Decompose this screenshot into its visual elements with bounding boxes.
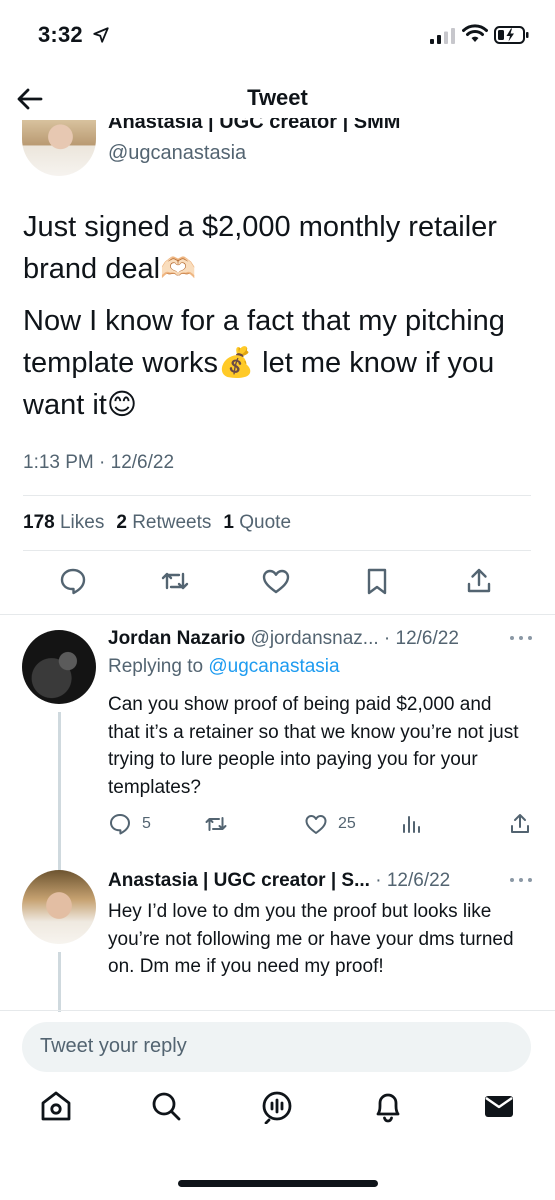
reply-author-name[interactable]: Anastasia | UGC creator | S... bbox=[108, 870, 370, 891]
reply-button[interactable]: 5 bbox=[108, 812, 151, 836]
like-button[interactable]: 25 bbox=[304, 812, 356, 836]
more-options-icon[interactable] bbox=[508, 632, 534, 644]
retweet-icon[interactable] bbox=[160, 566, 190, 596]
status-time: 3:32 bbox=[38, 22, 83, 47]
reply-date: 12/6/22 bbox=[395, 628, 459, 649]
tweet-actions bbox=[0, 566, 555, 602]
bookmark-icon[interactable] bbox=[362, 566, 392, 596]
reply-date: 12/6/22 bbox=[386, 870, 451, 891]
more-options-icon[interactable] bbox=[508, 874, 534, 886]
share-icon[interactable] bbox=[464, 566, 494, 596]
share-button[interactable] bbox=[508, 812, 532, 836]
reply-text: Hey I’d love to dm you the proof but loo… bbox=[108, 901, 514, 977]
wifi-icon bbox=[462, 24, 488, 42]
page-title: Tweet bbox=[247, 85, 308, 110]
search-icon[interactable] bbox=[148, 1088, 184, 1124]
replying-to: Replying to @ugcanastasia bbox=[108, 656, 340, 677]
replying-to-handle[interactable]: @ugcanastasia bbox=[208, 656, 339, 677]
separator: · bbox=[375, 870, 387, 891]
messages-icon[interactable] bbox=[481, 1088, 517, 1124]
thread-line bbox=[58, 952, 61, 1012]
reply-header: Anastasia | UGC creator | S... · 12/6/22 bbox=[108, 870, 450, 892]
avatar[interactable] bbox=[22, 630, 96, 704]
author-name[interactable]: Anastasia | UGC creator | SMM bbox=[108, 118, 400, 132]
divider bbox=[23, 495, 531, 496]
reply-compose-input[interactable]: Tweet your reply bbox=[22, 1022, 531, 1072]
reply-header: Jordan Nazario @jordansnaz... · 12/6/22 bbox=[108, 628, 459, 650]
quotes-stat[interactable]: 1 Quote bbox=[223, 512, 291, 534]
retweet-button[interactable] bbox=[204, 812, 228, 836]
reply-count: 5 bbox=[142, 815, 151, 832]
tweet-timestamp[interactable]: 1:13 PM · 12/6/22 bbox=[23, 452, 174, 474]
author-handle[interactable]: @ugcanastasia bbox=[108, 142, 246, 165]
reply-author-handle[interactable]: @jordansnaz... bbox=[251, 628, 379, 649]
bottom-tab-bar bbox=[0, 1088, 555, 1148]
analytics-icon bbox=[403, 816, 420, 833]
share-icon bbox=[511, 814, 529, 833]
battery-charging-icon bbox=[494, 26, 529, 44]
divider bbox=[23, 550, 531, 551]
analytics-button[interactable] bbox=[400, 812, 424, 836]
retweet-icon bbox=[205, 817, 227, 831]
compose-placeholder: Tweet your reply bbox=[40, 1035, 187, 1057]
status-bar: 3:32 bbox=[0, 0, 555, 70]
reply-icon bbox=[110, 814, 130, 835]
like-icon bbox=[305, 815, 327, 834]
reply-author-name[interactable]: Jordan Nazario bbox=[108, 628, 245, 649]
reply-actions: 5 25 bbox=[0, 812, 555, 840]
notifications-icon[interactable] bbox=[370, 1088, 406, 1124]
divider bbox=[0, 1010, 555, 1011]
like-icon[interactable] bbox=[261, 566, 291, 596]
tweet-paragraph: Now I know for a fact that my pitching t… bbox=[23, 305, 505, 421]
avatar[interactable] bbox=[22, 870, 96, 944]
signal-icon bbox=[430, 28, 455, 44]
like-count: 25 bbox=[338, 815, 356, 832]
separator: · bbox=[383, 628, 396, 649]
likes-stat[interactable]: 178 Likes bbox=[23, 512, 104, 534]
divider bbox=[0, 614, 555, 615]
location-arrow-icon bbox=[93, 27, 109, 43]
retweets-stat[interactable]: 2 Retweets bbox=[116, 512, 211, 534]
reply-text: Can you show proof of being paid $2,000 … bbox=[108, 694, 519, 798]
tweet-text: Just signed a $2,000 monthly retailer br… bbox=[23, 206, 538, 436]
reply-icon[interactable] bbox=[58, 566, 88, 596]
tweet-stats: 178 Likes 2 Retweets 1 Quote bbox=[23, 512, 291, 534]
avatar[interactable] bbox=[22, 120, 96, 176]
home-icon[interactable] bbox=[38, 1088, 74, 1124]
home-indicator[interactable] bbox=[178, 1180, 378, 1187]
spaces-icon[interactable] bbox=[259, 1088, 295, 1124]
tweet-paragraph: Just signed a $2,000 monthly retailer br… bbox=[23, 211, 497, 285]
